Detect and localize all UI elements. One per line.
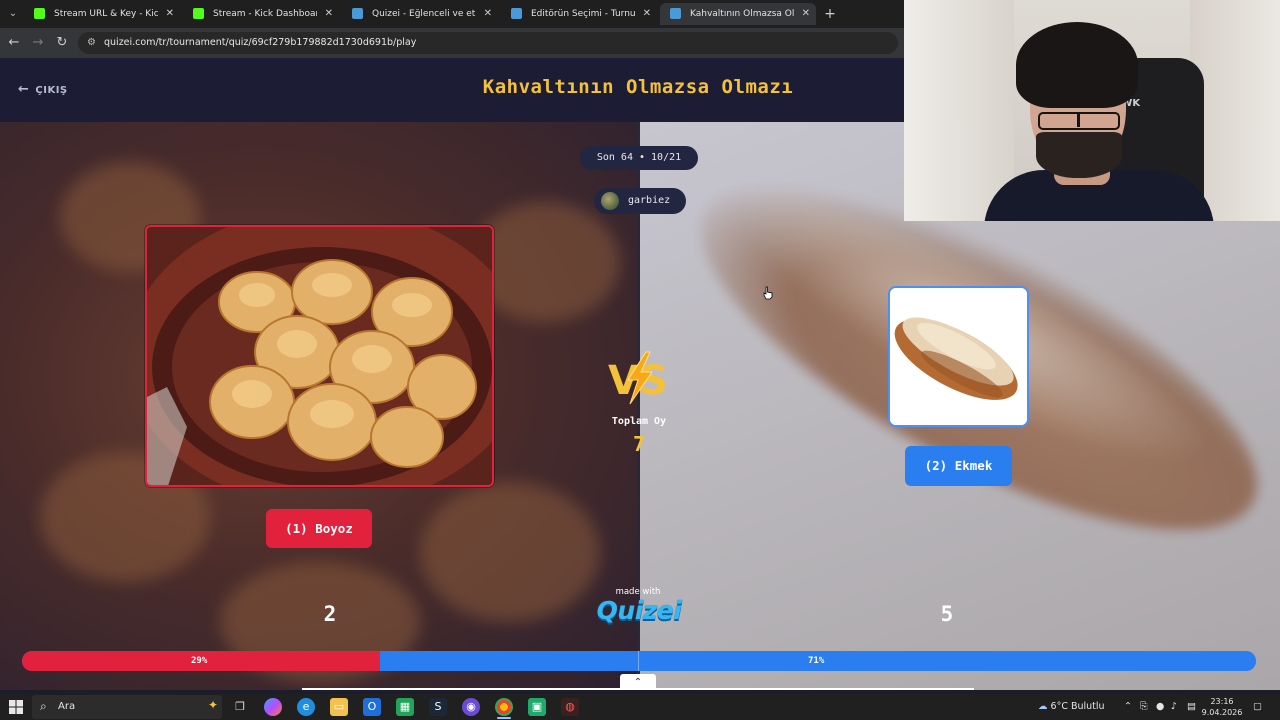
choose-ekmek-button[interactable]: (2) Ekmek (905, 446, 1012, 486)
edge-icon[interactable]: e (297, 698, 315, 716)
creator-name: garbiez (628, 195, 671, 206)
close-icon[interactable]: ✕ (643, 3, 651, 25)
screen: ⌄ Stream URL & Key - Kick Dashb ✕ Stream… (0, 0, 1280, 720)
total-votes-label: Toplam Oy (611, 416, 667, 427)
option-image-ekmek[interactable] (888, 286, 1029, 427)
webcam-curtain (904, 0, 1014, 221)
streamer-hair (1016, 22, 1138, 108)
tab-title: Kahvaltının Olmazsa Olmazı - T (690, 9, 794, 19)
steam-icon[interactable]: S (429, 698, 447, 716)
vs-lightning-icon: VS (608, 351, 668, 405)
task-view-icon[interactable]: ❐ (231, 698, 249, 716)
vote-share-bar: 29% 71% (22, 651, 1256, 671)
search-placeholder: Ara (58, 701, 76, 712)
close-icon[interactable]: ✕ (802, 3, 810, 25)
blurred-pastry (420, 482, 600, 622)
chrome-icon[interactable] (495, 698, 513, 716)
webcam-overlay: AWK (904, 0, 1280, 221)
url-text[interactable]: quizei.com/tr/tournament/quiz/69cf279b17… (104, 32, 416, 54)
clock[interactable]: 23:16 9.04.2026 (1200, 696, 1244, 718)
back-arrow-icon[interactable]: ← (6, 35, 22, 51)
kick-icon (34, 8, 45, 19)
weather-widget[interactable]: ☁ 6°C Bulutlu (1038, 694, 1105, 720)
cloud-icon: ☁ (1038, 701, 1048, 712)
choose-boyoz-button[interactable]: (1) Boyoz (266, 509, 372, 548)
browser-tab-active[interactable]: Kahvaltının Olmazsa Olmazı - T ✕ (660, 3, 816, 25)
left-vote-count: 2 (323, 602, 337, 626)
active-app-indicator (497, 717, 511, 719)
tab-title: Stream URL & Key - Kick Dashb (54, 9, 158, 19)
clock-time: 23:16 (1210, 697, 1234, 706)
quizei-icon (511, 8, 522, 19)
tab-title: Editörün Seçimi - Turnuva - Qu (531, 9, 635, 19)
total-votes-value: 7 (632, 432, 646, 456)
taskbar-search-input[interactable]: ⌕ Ara ✦ (32, 695, 222, 719)
notifications-icon[interactable]: ▢ (1253, 694, 1262, 720)
streamer-beard (1036, 132, 1122, 178)
taskbar: ⌕ Ara ✦ ❐ e ▭ O ▦ S ◉ ▣ ◍ ☁ 6°C Bulutlu … (0, 694, 1280, 720)
obs-icon[interactable]: ◍ (561, 698, 579, 716)
discord-icon[interactable]: ◉ (462, 698, 480, 716)
right-vote-count: 5 (940, 602, 954, 626)
right-share-label: 71% (808, 656, 825, 666)
left-share-label: 29% (191, 656, 208, 666)
glasses-bridge (1077, 113, 1080, 127)
outlook-icon[interactable]: O (363, 698, 381, 716)
chevron-up-icon[interactable]: ⌃ (1124, 694, 1132, 720)
bar-center-tick (638, 651, 639, 671)
microphone-icon[interactable]: ● (1156, 694, 1164, 720)
quizei-logo[interactable]: Quizei (592, 596, 686, 625)
hand-cursor-icon (763, 286, 773, 300)
kick-app-icon[interactable]: ▣ (528, 698, 546, 716)
new-tab-icon[interactable]: + (822, 4, 838, 24)
network-device-icon[interactable]: ⎘ (1140, 694, 1148, 720)
close-icon[interactable]: ✕ (325, 3, 333, 25)
option-image-boyoz[interactable] (145, 225, 494, 487)
browser-tab[interactable]: Stream - Kick Dashboard ✕ (183, 3, 339, 25)
round-indicator: Son 64 • 10/21 (580, 146, 698, 170)
tab-title: Stream - Kick Dashboard (213, 9, 317, 19)
windows-start-icon[interactable] (8, 699, 24, 715)
url-field[interactable]: ⚙ quizei.com/tr/tournament/quiz/69cf279b… (78, 32, 898, 54)
boyoz-photo (147, 227, 492, 485)
quizei-icon (670, 8, 681, 19)
search-highlight-icon: ✦ (208, 698, 219, 712)
tab-title: Quizei - Eğlenceli ve etkileşimli (372, 9, 476, 19)
search-icon: ⌕ (40, 699, 47, 713)
ekmek-photo (890, 288, 1027, 425)
file-explorer-icon[interactable]: ▭ (330, 698, 348, 716)
close-icon[interactable]: ✕ (484, 3, 492, 25)
reload-icon[interactable]: ↻ (54, 35, 70, 51)
tab-search-icon[interactable]: ⌄ (4, 6, 22, 22)
avatar (601, 192, 619, 210)
network-icon[interactable]: ▤ (1187, 694, 1196, 720)
creator-badge[interactable]: garbiez (594, 188, 686, 214)
close-icon[interactable]: ✕ (166, 3, 174, 25)
scroll-indicator (302, 688, 974, 690)
clock-date: 9.04.2026 (1201, 708, 1243, 717)
browser-tab[interactable]: Stream URL & Key - Kick Dashb ✕ (24, 3, 180, 25)
site-info-icon[interactable]: ⚙ (87, 37, 96, 48)
kick-icon (193, 8, 204, 19)
store-icon[interactable]: ▦ (396, 698, 414, 716)
quizei-icon (352, 8, 363, 19)
browser-tab[interactable]: Quizei - Eğlenceli ve etkileşimli ✕ (342, 3, 498, 25)
weather-text: 6°C Bulutlu (1050, 701, 1105, 712)
copilot-icon[interactable] (264, 698, 282, 716)
browser-tab[interactable]: Editörün Seçimi - Turnuva - Qu ✕ (501, 3, 657, 25)
forward-arrow-icon[interactable]: → (30, 35, 46, 51)
speaker-icon[interactable]: ♪ (1171, 694, 1177, 720)
